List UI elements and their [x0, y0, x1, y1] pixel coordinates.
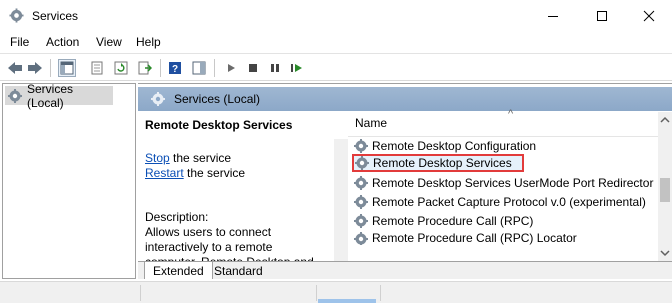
list-item[interactable]: Remote Desktop Services UserMode Port Re… — [353, 174, 653, 192]
export-list-icon — [138, 61, 152, 75]
description-label: Description: — [145, 210, 209, 224]
status-progress-indicator — [318, 299, 376, 303]
pane-header: Services (Local) — [138, 87, 672, 111]
help-button[interactable]: ? — [166, 59, 184, 77]
menu-action[interactable]: Action — [46, 35, 79, 49]
stop-suffix: the service — [169, 151, 232, 165]
services-gear-icon — [9, 8, 24, 23]
pause-service-button[interactable] — [266, 59, 284, 77]
status-divider — [380, 285, 381, 301]
restart-service-link[interactable]: Restart — [145, 166, 184, 180]
properties-icon — [91, 61, 103, 75]
toolbar-separator — [160, 59, 161, 77]
tree-item-services-local[interactable]: Services (Local) — [5, 82, 113, 110]
forward-button[interactable] — [26, 59, 44, 77]
description-panel: Remote Desktop Services Stop the service… — [138, 112, 348, 262]
maximize-icon — [597, 11, 607, 21]
service-gear-icon — [354, 139, 368, 153]
service-name: Remote Desktop Services — [373, 156, 512, 170]
close-icon — [643, 10, 655, 22]
back-button[interactable] — [6, 59, 24, 77]
list-item[interactable]: Remote Desktop Configuration — [353, 137, 536, 155]
toolbar-separator — [50, 59, 51, 77]
back-arrow-icon — [8, 62, 22, 74]
services-gear-icon — [151, 92, 165, 106]
menu-file[interactable]: File — [10, 35, 29, 49]
scroll-up-icon — [660, 116, 670, 123]
show-hide-action-pane-button[interactable] — [190, 59, 208, 77]
toolbar-separator — [214, 59, 215, 77]
service-gear-icon — [355, 156, 369, 170]
status-bar — [0, 281, 672, 303]
maximize-button[interactable] — [579, 0, 625, 32]
description-scrollbar[interactable] — [334, 139, 348, 262]
view-tabs: Extended Standard — [138, 261, 672, 279]
console-tree-pane: Services (Local) — [2, 82, 136, 279]
service-gear-icon — [354, 232, 368, 245]
stop-service-icon — [249, 64, 257, 72]
restart-service-button[interactable] — [288, 59, 306, 77]
services-list: ^ Name Remote Desktop Configuration Remo… — [348, 108, 658, 262]
restart-line: Restart the service — [145, 166, 245, 180]
service-gear-icon — [354, 195, 368, 209]
refresh-button[interactable] — [112, 59, 130, 77]
help-icon: ? — [169, 62, 181, 75]
start-service-icon — [228, 64, 235, 72]
stop-service-link[interactable]: Stop — [145, 151, 170, 165]
services-gear-icon — [8, 88, 22, 103]
list-item-selected[interactable]: Remote Desktop Services — [352, 154, 524, 172]
svg-text:?: ? — [172, 64, 178, 75]
list-item[interactable]: Remote Procedure Call (RPC) — [353, 212, 533, 230]
scrollbar-thumb[interactable] — [660, 178, 670, 202]
services-pane: Services (Local) Remote Desktop Services… — [138, 83, 672, 279]
column-header-name[interactable]: Name — [355, 116, 387, 130]
console-tree-icon — [60, 61, 74, 75]
export-list-button[interactable] — [136, 59, 154, 77]
toolbar: ? — [0, 53, 672, 81]
stop-service-button[interactable] — [244, 59, 262, 77]
close-button[interactable] — [626, 0, 672, 32]
list-scrollbar[interactable] — [658, 112, 672, 262]
show-hide-icon — [192, 61, 206, 75]
service-gear-icon — [354, 176, 368, 190]
service-name: Remote Procedure Call (RPC) Locator — [372, 231, 577, 245]
service-name: Remote Desktop Services UserMode Port Re… — [372, 176, 654, 190]
list-item[interactable]: Remote Packet Capture Protocol v.0 (expe… — [353, 193, 646, 211]
sort-ascending-icon: ^ — [508, 108, 514, 120]
title-bar: Services — [0, 0, 672, 32]
start-service-button[interactable] — [222, 59, 240, 77]
menu-bar: File Action View Help — [0, 32, 672, 52]
status-divider — [140, 285, 141, 301]
minimize-button[interactable] — [530, 0, 576, 32]
restart-service-icon — [291, 64, 302, 72]
properties-button[interactable] — [88, 59, 106, 77]
menu-help[interactable]: Help — [136, 35, 161, 49]
service-name: Remote Packet Capture Protocol v.0 (expe… — [372, 195, 646, 209]
pause-service-icon — [271, 64, 279, 72]
status-divider — [316, 285, 317, 301]
tree-item-label: Services (Local) — [27, 81, 74, 110]
minimize-icon — [548, 16, 558, 17]
restart-suffix: the service — [183, 166, 246, 180]
description-line: interactively to a remote — [145, 240, 273, 254]
list-item[interactable]: Remote Procedure Call (RPC) Locator — [353, 231, 577, 245]
scroll-down-icon — [660, 250, 670, 257]
pane-header-title: Services (Local) — [174, 92, 261, 106]
menu-view[interactable]: View — [96, 35, 122, 49]
refresh-icon — [114, 61, 128, 75]
service-name: Remote Desktop Configuration — [372, 139, 537, 153]
tab-standard[interactable]: Standard — [206, 262, 271, 279]
selected-service-name: Remote Desktop Services — [145, 118, 293, 132]
service-name: Remote Procedure Call (RPC) — [372, 214, 534, 228]
tab-extended[interactable]: Extended — [144, 262, 213, 279]
service-gear-icon — [354, 214, 368, 228]
forward-arrow-icon — [28, 62, 42, 74]
window-title: Services — [32, 9, 79, 23]
show-console-tree-button[interactable] — [58, 59, 76, 77]
stop-line: Stop the service — [145, 151, 231, 165]
description-line: Allows users to connect — [145, 225, 272, 239]
